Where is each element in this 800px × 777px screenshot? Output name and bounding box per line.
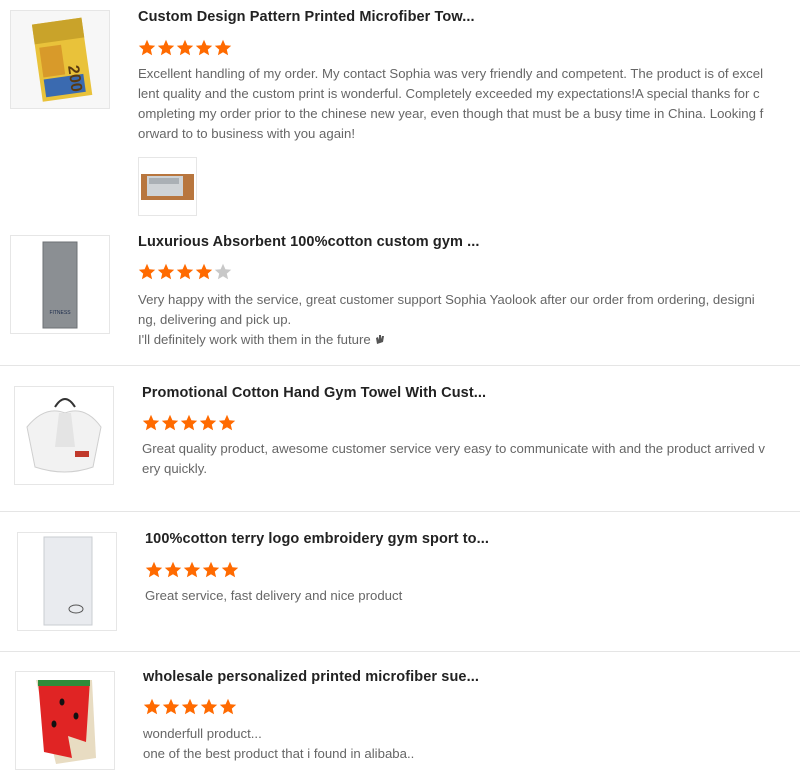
star-filled-icon bbox=[199, 414, 217, 431]
star-filled-icon bbox=[138, 263, 156, 280]
review-text-line: Great quality product, awesome customer … bbox=[142, 441, 766, 456]
star-filled-icon bbox=[218, 414, 236, 431]
star-filled-icon bbox=[138, 39, 156, 56]
product-title[interactable]: Luxurious Absorbent 100%cotton custom gy… bbox=[138, 234, 480, 250]
star-filled-icon bbox=[162, 698, 180, 715]
star-filled-icon bbox=[180, 414, 198, 431]
review-text-line: Excellent handling of my order. My conta… bbox=[138, 66, 764, 81]
svg-text:FITNESS: FITNESS bbox=[49, 310, 71, 316]
star-empty-icon bbox=[214, 263, 232, 280]
watermelon-towel-image bbox=[16, 672, 114, 769]
product-title[interactable]: 100%cotton terry logo embroidery gym spo… bbox=[145, 531, 489, 547]
review-text-line: wonderfull product... bbox=[143, 726, 262, 741]
star-filled-icon bbox=[143, 698, 161, 715]
review-divider bbox=[0, 365, 800, 366]
star-filled-icon bbox=[164, 561, 182, 578]
review-text-line-content: I'll definitely work with them in the fu… bbox=[138, 332, 371, 347]
hand-towel-image bbox=[15, 387, 113, 484]
star-filled-icon bbox=[195, 39, 213, 56]
review-photo[interactable] bbox=[138, 157, 197, 216]
rating-stars bbox=[145, 561, 240, 581]
star-filled-icon bbox=[157, 39, 175, 56]
star-filled-icon bbox=[176, 263, 194, 280]
review-divider bbox=[0, 511, 800, 512]
review-photo-image bbox=[139, 158, 196, 215]
star-filled-icon bbox=[145, 561, 163, 578]
sport-towel-image bbox=[18, 533, 116, 630]
product-thumbnail[interactable]: FITNESS bbox=[10, 235, 110, 334]
product-thumbnail[interactable] bbox=[15, 671, 115, 770]
review-text-line: ompleting my order prior to the chinese … bbox=[138, 106, 764, 121]
towel-banknote-image: 200 bbox=[11, 11, 109, 108]
review-text: Very happy with the service, great custo… bbox=[138, 290, 793, 350]
rating-stars bbox=[142, 414, 237, 434]
star-filled-icon bbox=[181, 698, 199, 715]
star-filled-icon bbox=[195, 263, 213, 280]
star-filled-icon bbox=[176, 39, 194, 56]
product-title[interactable]: Custom Design Pattern Printed Microfiber… bbox=[138, 9, 475, 25]
product-thumbnail[interactable] bbox=[14, 386, 114, 485]
star-filled-icon bbox=[202, 561, 220, 578]
star-filled-icon bbox=[142, 414, 160, 431]
product-thumbnail[interactable] bbox=[17, 532, 117, 631]
star-filled-icon bbox=[221, 561, 239, 578]
star-filled-icon bbox=[157, 263, 175, 280]
review-text: Great quality product, awesome customer … bbox=[142, 439, 793, 479]
product-thumbnail[interactable]: 200 bbox=[10, 10, 110, 109]
review-text-line: lent quality and the custom print is won… bbox=[138, 86, 760, 101]
review-text-line: I'll definitely work with them in the fu… bbox=[138, 330, 793, 350]
gym-towel-image: FITNESS bbox=[11, 236, 109, 333]
rating-stars bbox=[138, 263, 233, 283]
review-text-line: ng, delivering and pick up. bbox=[138, 312, 292, 327]
star-filled-icon bbox=[200, 698, 218, 715]
star-filled-icon bbox=[219, 698, 237, 715]
review-text-line: Great service, fast delivery and nice pr… bbox=[145, 588, 403, 603]
product-title[interactable]: Promotional Cotton Hand Gym Towel With C… bbox=[142, 385, 486, 401]
star-filled-icon bbox=[161, 414, 179, 431]
waving-hand-icon bbox=[376, 335, 385, 344]
star-filled-icon bbox=[214, 39, 232, 56]
star-filled-icon bbox=[183, 561, 201, 578]
rating-stars bbox=[143, 698, 238, 718]
review-text-line: ery quickly. bbox=[142, 461, 207, 476]
product-title[interactable]: wholesale personalized printed microfibe… bbox=[143, 669, 479, 685]
review-text: Excellent handling of my order. My conta… bbox=[138, 64, 793, 144]
rating-stars bbox=[138, 39, 233, 59]
review-text: Great service, fast delivery and nice pr… bbox=[145, 586, 793, 606]
review-text-line: orward to to business with you again! bbox=[138, 126, 355, 141]
review-text-line: Very happy with the service, great custo… bbox=[138, 292, 755, 307]
review-text-line: one of the best product that i found in … bbox=[143, 746, 415, 761]
review-divider bbox=[0, 651, 800, 652]
review-text: wonderfull product... one of the best pr… bbox=[143, 724, 793, 764]
